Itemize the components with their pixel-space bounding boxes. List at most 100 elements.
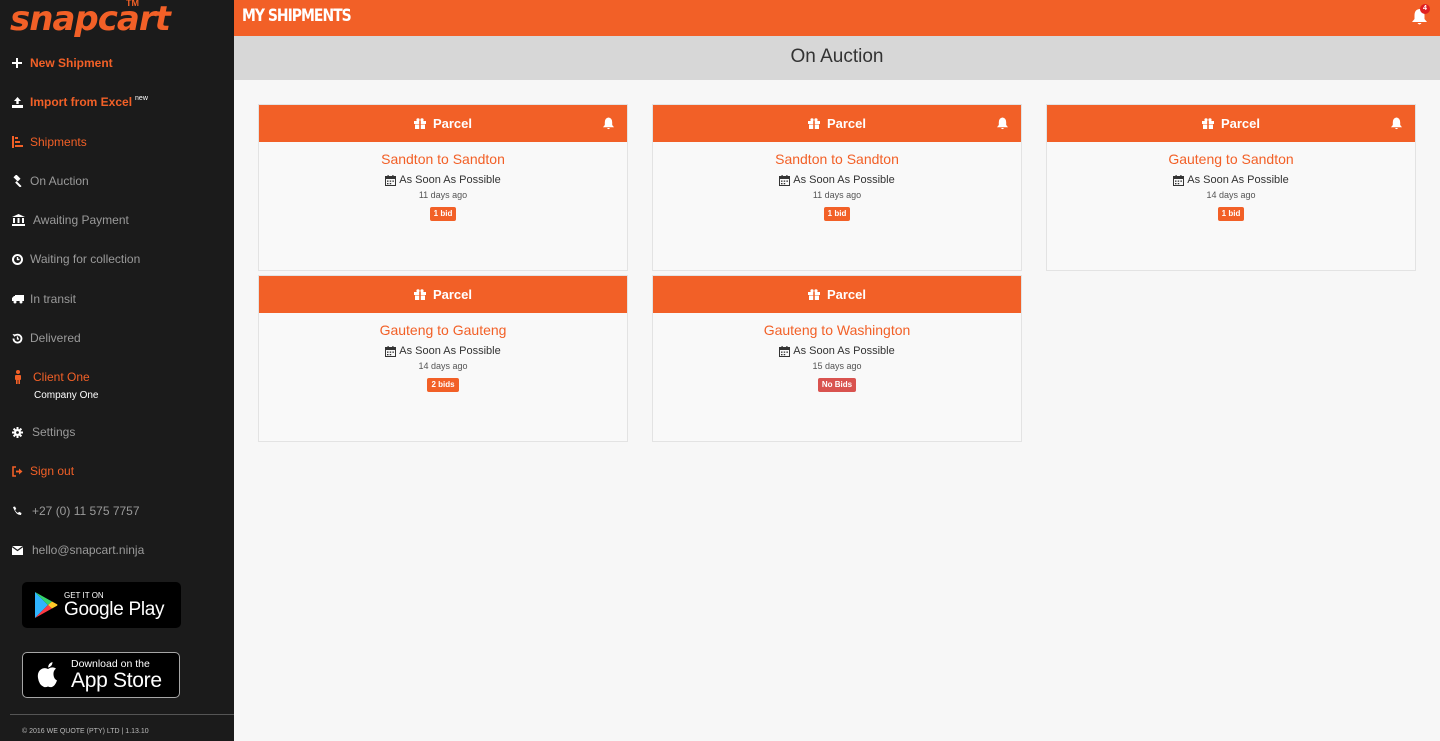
section-header: On Auction [234, 36, 1440, 80]
notification-count-badge: 4 [1420, 4, 1430, 14]
card-timing: As Soon As Possible [259, 345, 627, 357]
card-header: Parcel [259, 105, 627, 142]
nav-label: Settings [32, 425, 76, 439]
card-header: Parcel [1047, 105, 1415, 142]
page-title: MY SHIPMENTS [242, 6, 352, 26]
nav-label: New Shipment [30, 56, 113, 70]
card-age: 15 days ago [812, 361, 862, 371]
nav-label: Delivered [30, 331, 81, 345]
shipment-card[interactable]: Parcel Sandton to Sandton As Soon As Pos… [652, 104, 1022, 271]
nav-import-excel[interactable]: Import from Excel new [12, 92, 148, 112]
nav-waiting-collection[interactable]: Waiting for collection [12, 249, 140, 269]
timing-text: As Soon As Possible [399, 345, 501, 357]
sidebar: snapcart TM New Shipment Import from Exc… [0, 0, 234, 741]
gift-icon [413, 118, 426, 129]
email-address: hello@snapcart.ninja [32, 543, 145, 557]
new-badge: new [135, 94, 148, 102]
nav-on-auction[interactable]: On Auction [12, 171, 89, 191]
nav-label: Waiting for collection [30, 252, 141, 266]
phone-number: +27 (0) 11 575 7757 [32, 504, 140, 518]
nav-new-shipment[interactable]: New Shipment [12, 53, 113, 73]
gift-icon [1201, 118, 1214, 129]
card-type: Parcel [432, 287, 473, 302]
app-store-big-text: App Store [71, 668, 162, 692]
phone-icon [12, 506, 30, 516]
bid-count-badge: 2 bids [427, 378, 459, 392]
card-age: 11 days ago [812, 190, 862, 200]
bell-icon[interactable] [996, 117, 1009, 130]
user-icon [15, 370, 21, 384]
card-header: Parcel [653, 105, 1021, 142]
copyright: © 2016 WE QUOTE (PTY) LTD | 1.13.10 [22, 728, 149, 735]
card-age: 11 days ago [418, 190, 468, 200]
nav-label: In transit [30, 292, 77, 306]
bid-count-badge: 1 bid [1217, 207, 1245, 221]
card-route: Gauteng to Washington [763, 322, 911, 338]
nav-label: Sign out [30, 464, 75, 478]
bid-count-badge: 1 bid [429, 207, 457, 221]
contact-phone[interactable]: +27 (0) 11 575 7757 [12, 501, 140, 521]
card-type: Parcel [826, 287, 867, 302]
client-name[interactable]: Client One [33, 370, 90, 384]
history-icon [12, 333, 30, 344]
card-age: 14 days ago [418, 361, 468, 371]
top-bar: MY SHIPMENTS 4 [234, 0, 1440, 36]
card-type: Parcel [826, 116, 867, 131]
shipment-card[interactable]: Parcel Gauteng to Sandton As Soon As Pos… [1046, 104, 1416, 271]
bell-icon[interactable] [602, 117, 615, 130]
snapcart-logo[interactable]: snapcart TM [10, 0, 171, 40]
calendar-icon [1173, 174, 1185, 186]
envelope-icon [12, 545, 30, 555]
nav-awaiting-payment[interactable]: Awaiting Payment [12, 210, 129, 230]
shipment-card[interactable]: Parcel Sandton to Sandton As Soon As Pos… [258, 104, 628, 271]
card-timing: As Soon As Possible [653, 174, 1021, 186]
gift-icon [413, 289, 426, 300]
calendar-icon [779, 345, 791, 357]
section-title: On Auction [790, 46, 884, 67]
bid-count-badge: No Bids [817, 378, 857, 392]
contact-email[interactable]: hello@snapcart.ninja [12, 540, 144, 560]
nav-settings[interactable]: Settings [12, 422, 75, 442]
card-timing: As Soon As Possible [259, 174, 627, 186]
logo-trademark: TM [126, 0, 139, 8]
nav-shipments[interactable]: Shipments [12, 132, 87, 152]
sidebar-divider [10, 714, 234, 715]
timing-text: As Soon As Possible [399, 174, 501, 186]
gift-icon [807, 118, 820, 129]
shipment-card[interactable]: Parcel Gauteng to Gauteng As Soon As Pos… [258, 275, 628, 442]
bid-count-badge: 1 bid [823, 207, 851, 221]
gear-icon [12, 426, 30, 438]
app-store-badge[interactable]: Download on the App Store [22, 652, 180, 698]
gavel-icon [12, 175, 30, 187]
apple-icon [37, 662, 57, 688]
truck-icon [12, 294, 30, 304]
card-route: Sandton to Sandton [775, 151, 899, 167]
card-timing: As Soon As Possible [653, 345, 1021, 357]
google-play-badge[interactable]: GET IT ON Google Play [22, 582, 181, 628]
shipment-card[interactable]: Parcel Gauteng to Washington As Soon As … [652, 275, 1022, 442]
nav-delivered[interactable]: Delivered [12, 328, 81, 348]
bell-icon[interactable] [1390, 117, 1403, 130]
calendar-icon [385, 345, 397, 357]
timing-text: As Soon As Possible [793, 174, 895, 186]
google-play-big-text: Google Play [64, 598, 165, 620]
card-age: 14 days ago [1206, 190, 1256, 200]
nav-in-transit[interactable]: In transit [12, 289, 76, 309]
nav-sign-out[interactable]: Sign out [12, 461, 74, 481]
logo-text: snapcart [10, 0, 171, 39]
clock-icon [12, 253, 30, 265]
bank-icon [12, 214, 30, 226]
calendar-icon [385, 174, 397, 186]
nav-label: On Auction [30, 174, 89, 188]
list-icon [12, 136, 30, 148]
timing-text: As Soon As Possible [793, 345, 895, 357]
nav-label: Import from Excel [30, 95, 133, 109]
plus-icon [12, 58, 30, 68]
calendar-icon [779, 174, 791, 186]
card-header: Parcel [259, 276, 627, 313]
card-route: Sandton to Sandton [381, 151, 505, 167]
sign-out-icon [12, 465, 30, 477]
timing-text: As Soon As Possible [1187, 174, 1289, 186]
company-name: Company One [34, 390, 99, 401]
card-type: Parcel [1220, 116, 1261, 131]
